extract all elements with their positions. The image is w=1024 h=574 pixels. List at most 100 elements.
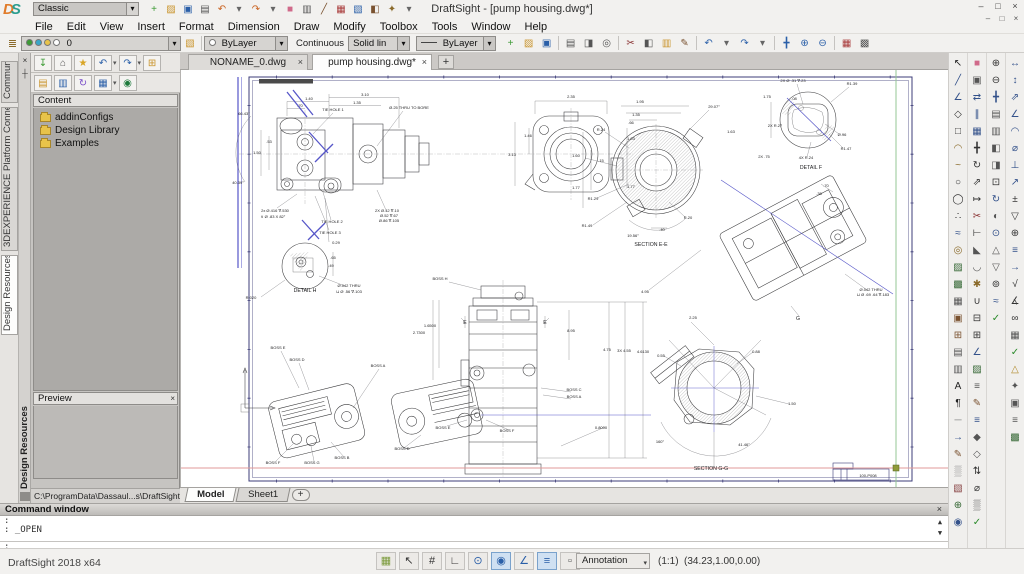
dimension-table-icon[interactable]: ▦ [1007, 327, 1024, 344]
etrack-icon[interactable]: ∠ [514, 552, 534, 570]
lineweight-combo[interactable]: ByLayer ▾ [416, 36, 496, 51]
scale-icon[interactable]: ⇗ [969, 174, 986, 191]
property-painter-icon[interactable]: ✎ [969, 395, 986, 412]
document-tab-2[interactable]: pump housing.dwg*× [312, 54, 432, 70]
tree-item-examples[interactable]: Examples [40, 137, 177, 150]
layer-combo[interactable]: 0 ▾ [21, 36, 181, 51]
pattern-icon[interactable]: ▒ [950, 463, 967, 480]
chamfer-icon[interactable]: ◣ [969, 242, 986, 259]
doc-restore-button[interactable]: □ [997, 14, 1007, 23]
redo-arrow-icon[interactable]: ▾ [754, 35, 771, 51]
center-mark-icon[interactable]: ⊕ [1007, 225, 1024, 242]
array-icon[interactable]: ▒ [969, 497, 986, 514]
join-icon[interactable]: ⊞ [969, 327, 986, 344]
tab-close-icon[interactable]: × [422, 55, 427, 70]
color-manager-icon[interactable]: ▦ [838, 35, 855, 51]
ortho-icon[interactable]: ∟ [445, 552, 465, 570]
view-down-icon[interactable]: ▽ [988, 259, 1005, 276]
zoom-previous-icon[interactable]: ⊖ [814, 35, 831, 51]
annotation-scale-combo[interactable]: Annotation ▾ [576, 553, 650, 569]
home-icon[interactable]: ⌂ [54, 55, 72, 71]
command-history[interactable]: ▲▼ :: _OPEN [0, 516, 948, 542]
cut-icon[interactable]: ✂ [622, 35, 639, 51]
print-icon[interactable]: ▤ [562, 35, 579, 51]
chevron-down-icon[interactable]: ▾ [113, 79, 117, 87]
grid-icon[interactable]: # [422, 552, 442, 570]
diameter-dimension-icon[interactable]: ⌀ [1007, 140, 1024, 157]
chevron-down-icon[interactable]: ▾ [483, 37, 495, 50]
zoom-in-icon[interactable]: ⊕ [988, 55, 1005, 72]
favorites-icon[interactable]: ★ [74, 55, 92, 71]
simple-note-icon[interactable]: ¶ [950, 395, 967, 412]
circle-icon[interactable]: ○ [950, 174, 967, 191]
aligned-dimension-icon[interactable]: ⇗ [1007, 89, 1024, 106]
square-root-icon[interactable]: √ [1007, 276, 1024, 293]
pattern-entity-icon[interactable]: ▦ [969, 123, 986, 140]
rotate-icon[interactable]: ↻ [969, 157, 986, 174]
redo-icon[interactable]: ↷ [736, 35, 753, 51]
polygon-icon[interactable]: ◇ [950, 106, 967, 123]
sheet-tab-sheet1[interactable]: Sheet1 [236, 488, 291, 502]
open-file-icon[interactable]: ▨ [520, 35, 537, 51]
sidebar-tab-community[interactable]: Community [1, 61, 18, 103]
hatch-icon[interactable]: ▨ [950, 259, 967, 276]
make-block-icon[interactable]: ▣ [950, 310, 967, 327]
ungroup-icon[interactable]: ◇ [969, 446, 986, 463]
tree-item-addinconfigs[interactable]: addinConfigs [40, 111, 177, 124]
new-file-icon[interactable]: + [502, 35, 519, 51]
point-icon[interactable]: ∴ [950, 208, 967, 225]
format-painter-icon[interactable]: ✎ [676, 35, 693, 51]
new-sheet-button[interactable]: + [292, 489, 310, 501]
batch-print-icon[interactable]: ◨ [580, 35, 597, 51]
close-button[interactable]: × [1009, 1, 1021, 11]
ray-icon[interactable]: → [950, 429, 967, 446]
centerline-icon[interactable]: ─ [950, 412, 967, 429]
center-view-icon[interactable]: ⊚ [988, 276, 1005, 293]
sidebar-tab-design-resources[interactable]: Design Resources [1, 255, 18, 335]
chevron-down-icon[interactable]: ▾ [113, 59, 117, 67]
edit-hatch-icon[interactable]: ▨ [969, 361, 986, 378]
pointer-icon[interactable]: ↖ [399, 552, 419, 570]
view-mode-icon[interactable]: ▦ [94, 75, 112, 91]
menu-item-file[interactable]: File [28, 21, 60, 33]
sidebar-tab-3dexperience[interactable]: 3DEXPERIENCE Platform Connection [1, 107, 18, 251]
table-icon[interactable]: ▥ [950, 361, 967, 378]
refresh-icon[interactable]: ↻ [74, 75, 92, 91]
open-folder-icon[interactable]: ↧ [34, 55, 52, 71]
radius-dimension-icon[interactable]: ◠ [1007, 123, 1024, 140]
zoom-out-icon[interactable]: ⊖ [988, 72, 1005, 89]
select-icon[interactable]: ↖ [950, 55, 967, 72]
display-order-icon[interactable]: ⇅ [969, 463, 986, 480]
tab-close-icon[interactable]: × [298, 55, 303, 70]
sketch-icon[interactable]: ✎ [950, 446, 967, 463]
properties-icon[interactable]: ≡ [969, 378, 986, 395]
menu-item-toolbox[interactable]: Toolbox [373, 21, 425, 33]
tree-item-design-library[interactable]: Design Library [40, 124, 177, 137]
forward-icon[interactable]: ↷ [119, 55, 137, 71]
menu-item-draw[interactable]: Draw [287, 21, 327, 33]
block-tool-icon[interactable]: ▣ [1007, 395, 1024, 412]
web-icon[interactable]: ◉ [119, 75, 137, 91]
boundary-icon[interactable]: ◉ [950, 514, 967, 531]
note-icon[interactable]: A [950, 378, 967, 395]
line-color-combo[interactable]: ByLayer ▾ [204, 36, 288, 51]
group-icon[interactable]: ◆ [969, 429, 986, 446]
explode-icon[interactable]: ✱ [969, 276, 986, 293]
mirror-icon[interactable]: ⇄ [969, 89, 986, 106]
chevron-down-icon[interactable]: ▾ [138, 59, 142, 67]
restore-button[interactable]: □ [992, 1, 1004, 11]
measure-icon[interactable]: ⌀ [969, 480, 986, 497]
chevron-down-icon[interactable]: ▾ [275, 37, 287, 50]
pan-view-icon[interactable]: ╋ [988, 89, 1005, 106]
snap-icon[interactable]: ▦ [376, 552, 396, 570]
list-icon[interactable]: ≡ [1007, 412, 1024, 429]
tool-icon[interactable]: ✦ [1007, 378, 1024, 395]
undo-arrow-icon[interactable]: ▾ [718, 35, 735, 51]
insert-block-icon[interactable]: ⊞ [950, 327, 967, 344]
undo-icon[interactable]: ↶ [700, 35, 717, 51]
mesh-icon[interactable]: ▦ [950, 293, 967, 310]
check-icon[interactable]: ✓ [1007, 344, 1024, 361]
view-up-icon[interactable]: △ [988, 242, 1005, 259]
minimize-button[interactable]: – [975, 1, 987, 11]
copy-icon[interactable]: ◧ [640, 35, 657, 51]
